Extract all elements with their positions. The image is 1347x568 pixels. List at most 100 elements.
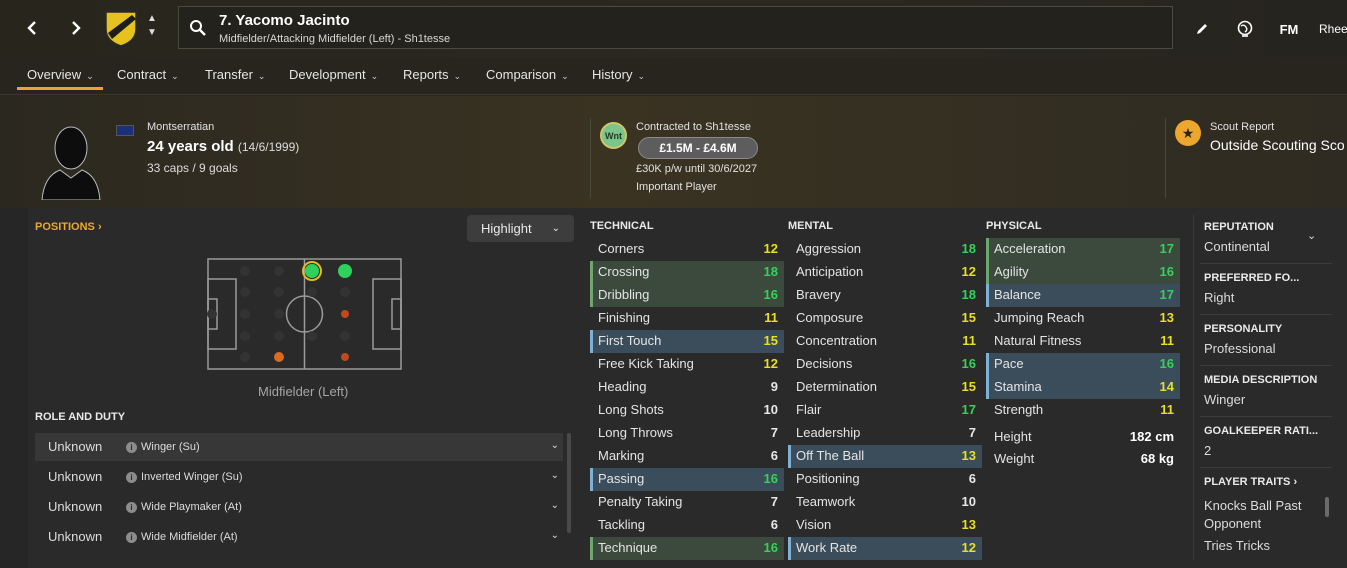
attribute-value: 18 [763, 264, 778, 279]
chevron-down-icon[interactable]: ⌄ [551, 440, 559, 451]
attribute-row[interactable]: Long Shots 10 [590, 399, 784, 422]
roles-scrollbar[interactable] [567, 433, 571, 533]
goalkeeper-rating-title: GOALKEEPER RATI... [1204, 425, 1319, 437]
attribute-name: Aggression [796, 241, 862, 256]
attribute-row[interactable]: Pace 16 [986, 353, 1180, 376]
attribute-value: 6 [770, 448, 778, 463]
reputation-title: REPUTATION [1204, 221, 1274, 233]
tab-development[interactable]: Development ⌄ [289, 67, 378, 82]
attribute-row[interactable]: Concentration 11 [788, 330, 982, 353]
attribute-row[interactable]: Strength 11 [986, 399, 1180, 422]
attribute-row[interactable]: Flair 17 [788, 399, 982, 422]
position-pitch-diagram [193, 256, 416, 372]
player-search-box[interactable]: 7. Yacomo Jacinto Midfielder/Attacking M… [178, 6, 1173, 49]
tab-history[interactable]: History ⌄ [592, 67, 645, 82]
attribute-row[interactable]: Natural Fitness 11 [986, 330, 1180, 353]
fm-menu-button[interactable]: FM [1278, 18, 1300, 40]
chevron-down-icon[interactable]: ⌄ [551, 500, 559, 511]
attribute-name: Off The Ball [796, 448, 865, 463]
attribute-row[interactable]: Balance 17 [986, 284, 1180, 307]
attribute-row[interactable]: Vision 13 [788, 514, 982, 537]
club-crest-icon[interactable] [104, 9, 138, 47]
attribute-row[interactable]: Long Throws 7 [590, 422, 784, 445]
attribute-row[interactable]: Jumping Reach 13 [986, 307, 1180, 330]
attribute-row[interactable]: Bravery 18 [788, 284, 982, 307]
role-row[interactable]: Unknown i Inverted Winger (Su) ⌄ [35, 463, 563, 491]
tab-reports[interactable]: Reports ⌄ [403, 67, 461, 82]
tab-overview[interactable]: Overview ⌄ [27, 67, 94, 82]
attribute-row[interactable]: Penalty Taking 7 [590, 491, 784, 514]
attribute-row[interactable]: Technique 16 [590, 537, 784, 560]
info-icon[interactable]: i [126, 532, 137, 543]
forward-icon[interactable] [62, 14, 90, 42]
transfer-value[interactable]: £1.5M - £4.6M [638, 137, 758, 159]
chevron-down-icon[interactable]: ⌄ [551, 530, 559, 541]
back-icon[interactable] [18, 14, 46, 42]
attribute-row[interactable]: Tackling 6 [590, 514, 784, 537]
info-icon[interactable]: i [126, 502, 137, 513]
international-caps: 33 caps / 9 goals [147, 161, 238, 175]
attribute-value: 13 [1159, 310, 1174, 325]
attribute-row[interactable]: Passing 16 [590, 468, 784, 491]
tab-comparison[interactable]: Comparison ⌄ [486, 67, 569, 82]
role-row[interactable]: Unknown i Winger (Su) ⌄ [35, 433, 563, 461]
role-name: Winger (Su) [141, 441, 200, 453]
positions-header: POSITIONS [35, 221, 95, 233]
attribute-row[interactable]: Acceleration 17 [986, 238, 1180, 261]
role-row[interactable]: Unknown i Wide Playmaker (At) ⌄ [35, 493, 563, 521]
scout-report-value[interactable]: Outside Scouting Sco [1210, 137, 1345, 153]
attribute-row[interactable]: Positioning 6 [788, 468, 982, 491]
role-row[interactable]: Unknown i Wide Midfielder (At) ⌄ [35, 523, 563, 551]
globe-icon[interactable] [1234, 18, 1256, 40]
attribute-row[interactable]: Corners 12 [590, 238, 784, 261]
traits-scrollbar[interactable] [1325, 497, 1329, 517]
chevron-down-icon: ⌄ [637, 71, 645, 81]
weight-value: 68 kg [1140, 451, 1174, 466]
attribute-name: Heading [598, 379, 647, 394]
attribute-row[interactable]: Decisions 16 [788, 353, 982, 376]
attribute-value: 15 [763, 333, 778, 348]
attribute-row[interactable]: Leadership 7 [788, 422, 982, 445]
attribute-row[interactable]: Free Kick Taking 12 [590, 353, 784, 376]
attribute-row[interactable]: Finishing 11 [590, 307, 784, 330]
tab-contract[interactable]: Contract ⌄ [117, 67, 179, 82]
attribute-row[interactable]: Agility 16 [986, 261, 1180, 284]
info-icon[interactable]: i [126, 442, 137, 453]
attribute-row[interactable]: Aggression 18 [788, 238, 982, 261]
attribute-row[interactable]: Heading 9 [590, 376, 784, 399]
attribute-row[interactable]: Anticipation 12 [788, 261, 982, 284]
attribute-row[interactable]: Composure 15 [788, 307, 982, 330]
attribute-row[interactable]: Marking 6 [590, 445, 784, 468]
attribute-row[interactable]: Stamina 14 [986, 376, 1180, 399]
role-duty: Unknown [48, 439, 103, 454]
attribute-value: 17 [961, 402, 976, 417]
player-traits-link[interactable]: PLAYER TRAITS › [1204, 476, 1297, 488]
attribute-row[interactable]: Off The Ball 13 [788, 445, 982, 468]
club-switch-icon[interactable]: ▲ ▼ [144, 12, 160, 42]
attribute-row[interactable]: Dribbling 16 [590, 284, 784, 307]
attribute-value: 18 [961, 287, 976, 302]
tab-transfer[interactable]: Transfer ⌄ [205, 67, 265, 82]
attribute-row[interactable]: Teamwork 10 [788, 491, 982, 514]
attribute-value: 10 [961, 494, 976, 509]
positions-link[interactable]: POSITIONS › [35, 221, 102, 233]
edit-icon[interactable] [1191, 18, 1213, 40]
club-badge-icon[interactable]: Wnt [600, 122, 627, 149]
attribute-value: 9 [770, 379, 778, 394]
info-icon[interactable]: i [126, 472, 137, 483]
chevron-down-icon[interactable]: ⌄ [551, 470, 559, 481]
attribute-row[interactable]: Determination 15 [788, 376, 982, 399]
goalkeeper-rating-value: 2 [1204, 443, 1212, 458]
user-label[interactable]: Rhee [1319, 22, 1347, 36]
attribute-row[interactable]: Crossing 18 [590, 261, 784, 284]
mental-header: MENTAL [788, 220, 834, 232]
attribute-row[interactable]: Work Rate 12 [788, 537, 982, 560]
attribute-value: 12 [961, 264, 976, 279]
attribute-value: 12 [763, 356, 778, 371]
attribute-row[interactable]: First Touch 15 [590, 330, 784, 353]
player-traits-title: PLAYER TRAITS [1204, 476, 1291, 488]
highlight-dropdown[interactable]: Highlight ⌄ [467, 215, 574, 242]
chevron-down-icon[interactable]: ⌄ [1307, 229, 1316, 242]
attribute-value: 7 [770, 494, 778, 509]
nationality: Montserratian [147, 121, 215, 133]
